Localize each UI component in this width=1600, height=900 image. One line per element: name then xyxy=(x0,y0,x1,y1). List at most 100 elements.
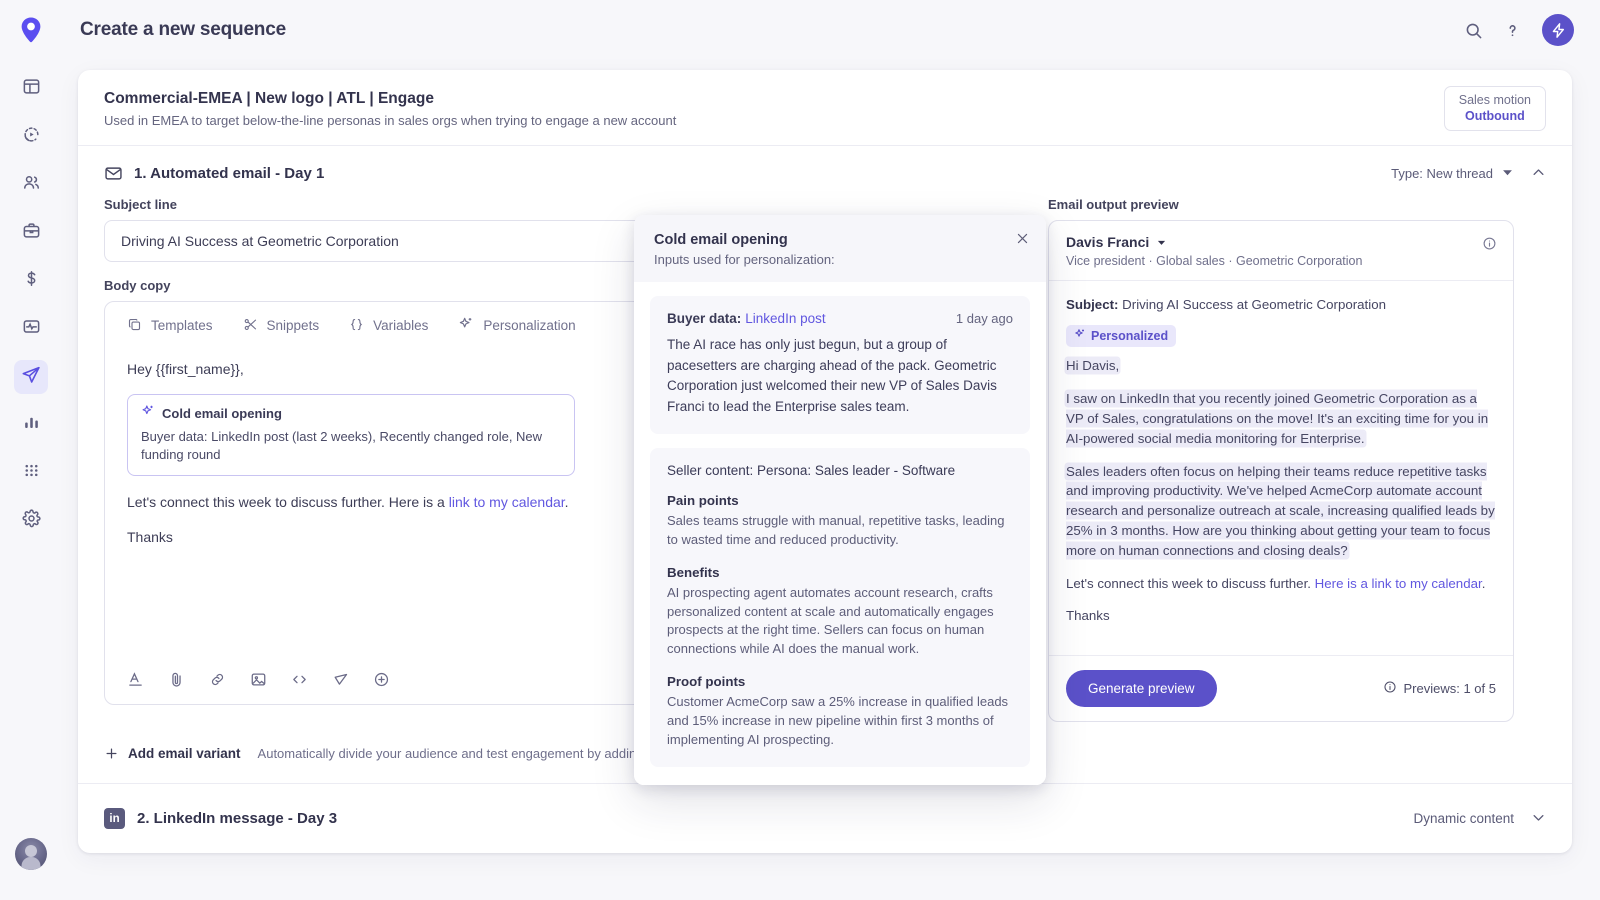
step2-title: 2. LinkedIn message - Day 3 xyxy=(137,810,337,827)
sidebar-item-settings[interactable] xyxy=(14,504,48,538)
copy-icon xyxy=(127,317,142,335)
gear-icon xyxy=(22,509,41,533)
popover-title: Cold email opening xyxy=(654,232,1026,248)
tab-variables[interactable]: Variables xyxy=(349,317,428,335)
sparkle-icon xyxy=(458,316,474,335)
benefits-heading: Benefits xyxy=(667,565,1013,580)
subject-line-label: Subject line xyxy=(104,197,1020,212)
grid-dots-icon xyxy=(22,461,41,485)
seller-content-card: Seller content: Persona: Sales leader - … xyxy=(650,448,1030,767)
tab-snippets-label: Snippets xyxy=(267,318,320,333)
tab-templates[interactable]: Templates xyxy=(127,317,213,335)
plus-circle-icon[interactable] xyxy=(373,671,390,688)
cold-email-opening-chip[interactable]: Cold email opening Buyer data: LinkedIn … xyxy=(127,394,575,476)
play-refresh-icon xyxy=(22,125,41,149)
preview-closing-suffix: . xyxy=(1482,576,1486,591)
sparkle-icon xyxy=(1074,327,1086,346)
calendar-link[interactable]: link to my calendar xyxy=(449,494,565,510)
sales-motion-value: Outbound xyxy=(1459,109,1531,125)
caret-down-icon xyxy=(1157,234,1166,250)
user-avatar[interactable] xyxy=(15,838,47,870)
chevron-down-icon xyxy=(1502,166,1513,181)
close-icon[interactable] xyxy=(1015,231,1030,251)
sidebar-item-dashboard[interactable] xyxy=(14,72,48,106)
buyer-data-card: Buyer data: LinkedIn post 1 day ago The … xyxy=(650,296,1030,434)
step1-title: 1. Automated email - Day 1 xyxy=(134,165,324,182)
step1-type-label: Type: New thread xyxy=(1391,166,1493,181)
text-format-icon[interactable] xyxy=(127,671,144,688)
buyer-data-text: The AI race has only just begun, but a g… xyxy=(667,335,1013,417)
recipient-selector[interactable]: Davis Franci xyxy=(1066,234,1496,250)
pulse-monitor-icon xyxy=(22,317,41,341)
send-cursor-icon[interactable] xyxy=(332,671,349,688)
preview-greeting: Hi Davis, xyxy=(1066,356,1496,376)
sidebar-item-automation[interactable] xyxy=(14,120,48,154)
personalized-badge-label: Personalized xyxy=(1091,327,1168,346)
step2-dynamic-content-dropdown[interactable]: Dynamic content xyxy=(1413,810,1546,828)
popover-header: Cold email opening Inputs used for perso… xyxy=(634,215,1046,282)
proof-points-heading: Proof points xyxy=(667,674,1013,689)
envelope-icon xyxy=(104,164,123,183)
buyer-data-label: Buyer data: xyxy=(667,311,741,326)
preview-label: Email output preview xyxy=(1048,197,1514,212)
sidebar-item-reports[interactable] xyxy=(14,408,48,442)
sidebar-item-deals[interactable] xyxy=(14,264,48,298)
step2-dynamic-content-label: Dynamic content xyxy=(1413,811,1514,826)
proof-points-text: Customer AcmeCorp saw a 25% increase in … xyxy=(667,693,1013,750)
step2-header[interactable]: in 2. LinkedIn message - Day 3 Dynamic c… xyxy=(78,783,1572,853)
users-icon xyxy=(22,173,41,197)
sidebar-item-apps[interactable] xyxy=(14,456,48,490)
chip-subtitle: Buyer data: LinkedIn post (last 2 weeks)… xyxy=(141,428,561,465)
layout-dashboard-icon xyxy=(22,77,41,101)
buyer-data-link[interactable]: LinkedIn post xyxy=(745,311,825,326)
sidebar-item-accounts[interactable] xyxy=(14,216,48,250)
chevron-down-icon xyxy=(1531,810,1546,828)
top-bar: Create a new sequence xyxy=(62,0,1600,60)
image-icon[interactable] xyxy=(250,671,267,688)
search-icon[interactable] xyxy=(1464,21,1483,40)
help-icon[interactable] xyxy=(1503,21,1522,40)
tab-personalization[interactable]: Personalization xyxy=(458,316,575,335)
sidebar xyxy=(0,0,62,900)
email-output-preview: Davis Franci Vice president · Global sal… xyxy=(1048,220,1514,722)
sales-motion-label: Sales motion xyxy=(1459,93,1531,109)
tab-personalization-label: Personalization xyxy=(483,318,575,333)
sidebar-item-signals[interactable] xyxy=(14,312,48,346)
chevron-up-icon[interactable] xyxy=(1531,165,1546,183)
preview-paragraph-2-text: Sales leaders often focus on helping the… xyxy=(1066,464,1495,558)
bolt-icon[interactable] xyxy=(1542,14,1574,46)
popover-subtitle: Inputs used for personalization: xyxy=(654,252,1026,267)
app-logo[interactable] xyxy=(16,15,46,50)
pain-points-text: Sales teams struggle with manual, repeti… xyxy=(667,512,1013,550)
sparkle-icon xyxy=(141,404,155,424)
tab-snippets[interactable]: Snippets xyxy=(243,317,320,335)
preview-paragraph-1: I saw on LinkedIn that you recently join… xyxy=(1066,389,1496,448)
previews-count-label: Previews: 1 of 5 xyxy=(1404,681,1497,696)
buyer-data-time: 1 day ago xyxy=(956,311,1013,326)
code-icon[interactable] xyxy=(291,671,308,688)
body-closing-suffix: . xyxy=(565,494,569,510)
dollar-icon xyxy=(22,269,41,293)
step1-type-dropdown[interactable]: Type: New thread xyxy=(1391,166,1513,181)
attachment-paperclip-icon[interactable] xyxy=(168,671,185,688)
seller-content-title: Seller content: Persona: Sales leader - … xyxy=(667,463,1013,478)
sidebar-item-sequences[interactable] xyxy=(14,360,48,394)
sequence-header: Commercial-EMEA | New logo | ATL | Engag… xyxy=(78,70,1572,146)
sequence-name: Commercial-EMEA | New logo | ATL | Engag… xyxy=(104,90,1546,108)
sales-motion-badge[interactable]: Sales motion Outbound xyxy=(1444,86,1546,131)
info-icon[interactable] xyxy=(1482,236,1497,256)
preview-subject-value: Driving AI Success at Geometric Corporat… xyxy=(1122,297,1386,312)
body-closing-prefix: Let's connect this week to discuss furth… xyxy=(127,494,449,510)
bar-chart-icon xyxy=(22,413,41,437)
pain-points-heading: Pain points xyxy=(667,493,1013,508)
curly-braces-icon xyxy=(349,317,364,335)
recipient-name: Davis Franci xyxy=(1066,234,1149,250)
preview-calendar-link[interactable]: Here is a link to my calendar xyxy=(1315,576,1482,591)
preview-subject: Subject: Driving AI Success at Geometric… xyxy=(1066,295,1496,315)
sidebar-item-people[interactable] xyxy=(14,168,48,202)
plus-icon xyxy=(104,746,119,761)
briefcase-icon xyxy=(22,221,41,245)
linkedin-icon: in xyxy=(104,808,125,829)
link-icon[interactable] xyxy=(209,671,226,688)
generate-preview-button[interactable]: Generate preview xyxy=(1066,670,1217,707)
